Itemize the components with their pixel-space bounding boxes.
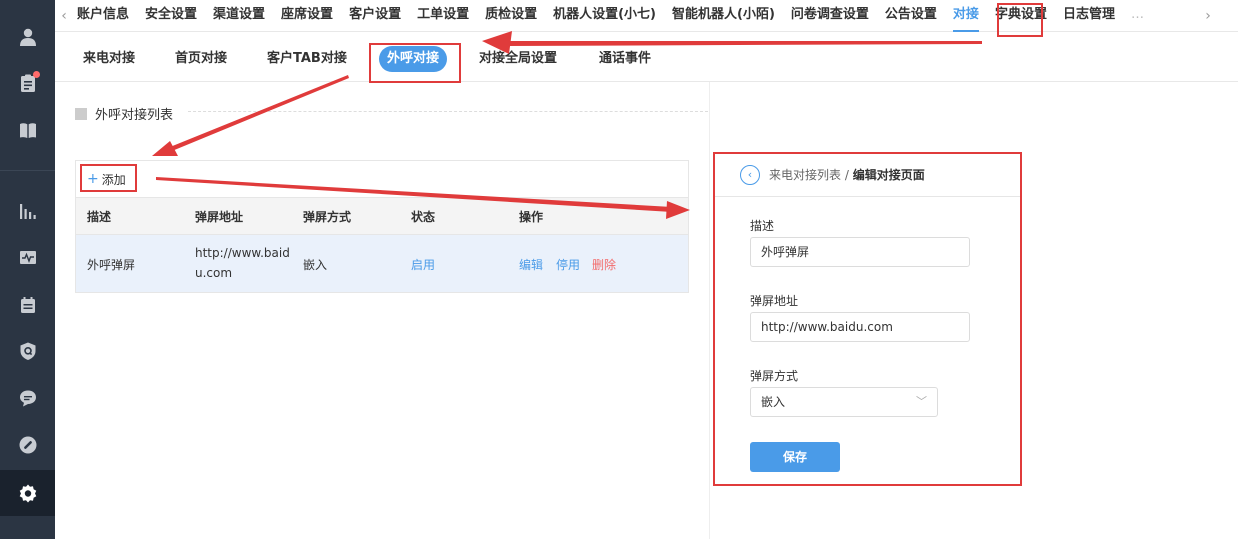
- annotation-box-edit-panel: [713, 152, 1022, 486]
- link-icon[interactable]: [0, 422, 55, 468]
- disable-link[interactable]: 停用: [556, 256, 580, 273]
- column-header: 状态: [411, 210, 436, 224]
- clipboard-icon[interactable]: [0, 60, 55, 106]
- user-icon[interactable]: [0, 14, 55, 60]
- delete-link[interactable]: 删除: [592, 256, 616, 273]
- nav-item-announcement[interactable]: 公告设置: [885, 0, 937, 32]
- tab-customer-tab[interactable]: 客户TAB对接: [259, 46, 355, 72]
- annotation-box-add: [80, 164, 137, 192]
- column-header: 操作: [519, 210, 544, 224]
- tab-inbound[interactable]: 来电对接: [75, 46, 143, 72]
- arrow-shaft-left: [170, 75, 349, 151]
- row-mode: 嵌入: [303, 258, 328, 272]
- row-url-line: u.com: [195, 266, 233, 280]
- nav-item-seat[interactable]: 座席设置: [281, 0, 333, 32]
- tab-global-settings[interactable]: 对接全局设置: [471, 46, 565, 72]
- left-sidebar: [0, 0, 55, 539]
- nav-item-security[interactable]: 安全设置: [145, 0, 197, 32]
- sidebar-divider: [0, 170, 55, 171]
- nav-item-integration[interactable]: 对接: [952, 0, 979, 32]
- table-toolbar: + 添加: [76, 161, 688, 198]
- chat-icon[interactable]: [0, 375, 55, 421]
- nav-next-arrow[interactable]: ›: [1199, 0, 1217, 31]
- notification-dot: [33, 71, 40, 78]
- table-row[interactable]: 外呼弹屏 http://www.baid u.com 嵌入 启用 编辑 停用 删…: [76, 234, 688, 292]
- book-icon[interactable]: [0, 107, 55, 153]
- table-header: 描述 弹屏地址 弹屏方式 状态 操作: [76, 198, 688, 234]
- tab-call-events[interactable]: 通话事件: [591, 46, 659, 72]
- row-status: 启用: [411, 258, 436, 272]
- nav-item-customer[interactable]: 客户设置: [349, 0, 401, 32]
- edit-link[interactable]: 编辑: [519, 256, 543, 273]
- row-url-line: http://www.baid: [195, 246, 290, 260]
- row-desc: 外呼弹屏: [87, 258, 136, 272]
- arrow-head-left: [152, 141, 178, 156]
- annotation-box-outbound-tab: [369, 43, 461, 83]
- panel-divider: [709, 82, 710, 539]
- outbound-table: + 添加 描述 弹屏地址 弹屏方式 状态 操作 外呼弹屏 http://www.…: [75, 160, 689, 293]
- nav-item-survey[interactable]: 问卷调查设置: [791, 0, 869, 32]
- nav-item-channel[interactable]: 渠道设置: [213, 0, 265, 32]
- nav-item-robot-xiaoqi[interactable]: 机器人设置(小七): [553, 0, 656, 32]
- top-navigation: ‹ 账户信息 安全设置 渠道设置 座席设置 客户设置 工单设置 质检设置 机器人…: [55, 0, 1238, 32]
- annotation-box-integration: [997, 3, 1043, 37]
- nav-item-log[interactable]: 日志管理: [1063, 0, 1115, 32]
- column-header: 弹屏地址: [195, 210, 244, 224]
- row-url: http://www.baid u.com: [195, 243, 290, 283]
- column-header: 弹屏方式: [303, 210, 352, 224]
- section-header: 外呼对接列表: [75, 104, 173, 123]
- app-window: ‹ 账户信息 安全设置 渠道设置 座席设置 客户设置 工单设置 质检设置 机器人…: [0, 0, 1238, 539]
- nav-item-smart-robot[interactable]: 智能机器人(小陌): [672, 0, 775, 32]
- tab-homepage[interactable]: 首页对接: [167, 46, 235, 72]
- nav-prev-arrow[interactable]: ‹: [55, 0, 73, 31]
- sub-tabs: 来电对接 首页对接 客户TAB对接 外呼对接 对接全局设置 通话事件: [55, 36, 1238, 82]
- settings-icon[interactable]: [0, 470, 55, 516]
- section-divider: [188, 111, 708, 112]
- calendar-icon[interactable]: [0, 282, 55, 328]
- nav-item-ticket[interactable]: 工单设置: [417, 0, 469, 32]
- nav-item-account-info[interactable]: 账户信息: [77, 0, 129, 32]
- column-header: 描述: [87, 210, 112, 224]
- monitor-pulse-icon[interactable]: [0, 235, 55, 281]
- nav-item-more[interactable]: …: [1131, 0, 1144, 32]
- nav-item-qc[interactable]: 质检设置: [485, 0, 537, 32]
- shield-q-icon[interactable]: [0, 328, 55, 374]
- bar-chart-icon[interactable]: [0, 188, 55, 234]
- section-marker: [75, 107, 87, 120]
- section-title: 外呼对接列表: [95, 108, 174, 123]
